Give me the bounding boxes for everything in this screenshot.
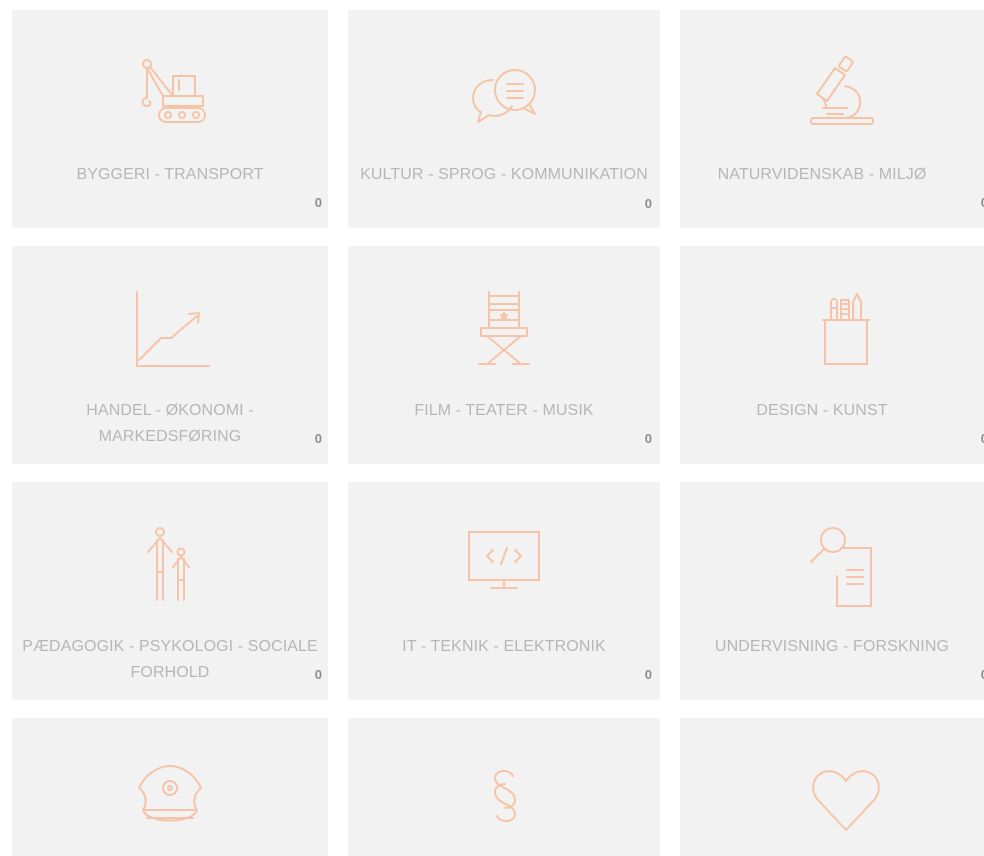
category-count: 0: [644, 196, 652, 211]
category-tile-design-kunst[interactable]: DESIGN - KUNST 0: [680, 246, 984, 464]
category-label: PÆDAGOGIK - PSYKOLOGI - SOCIALE FORHOLD: [22, 638, 318, 681]
category-tile-handel-okonomi-markedsforing[interactable]: HANDEL - ØKONOMI - MARKEDSFØRING 0: [12, 246, 328, 464]
category-tile-byggeri-transport[interactable]: BYGGERI - TRANSPORT 0: [12, 10, 328, 228]
category-label: UNDERVISNING - FORSKNING: [714, 638, 950, 655]
category-tile-law[interactable]: [348, 718, 660, 856]
category-count: 0: [644, 431, 652, 446]
category-label: NATURVIDENSKAB - MILJØ: [717, 166, 927, 183]
microscope-icon: [680, 50, 984, 140]
category-tile-undervisning-forskning[interactable]: UNDERVISNING - FORSKNING 0: [680, 482, 984, 700]
category-label: HANDEL - ØKONOMI - MARKEDSFØRING: [86, 402, 254, 445]
category-count: 0: [314, 431, 322, 446]
heart-icon: [680, 754, 984, 844]
category-tile-naturvidenskab-miljo[interactable]: NATURVIDENSKAB - MILJØ 0: [680, 10, 984, 228]
category-tile-police[interactable]: [12, 718, 328, 856]
growth-chart-icon: [12, 286, 328, 376]
category-tile-paedagogik-psykologi[interactable]: PÆDAGOGIK - PSYKOLOGI - SOCIALE FORHOLD …: [12, 482, 328, 700]
police-cap-icon: [12, 754, 328, 844]
category-count: 0: [314, 195, 322, 210]
pencil-cup-icon: [680, 286, 984, 376]
magnifier-document-icon: [680, 522, 984, 612]
code-monitor-icon: [348, 522, 660, 612]
category-tile-health[interactable]: [680, 718, 984, 856]
category-tile-kultur-sprog-kommunikation[interactable]: KULTUR - SPROG - KOMMUNIKATION 0: [348, 10, 660, 228]
crane-icon: [12, 50, 328, 140]
speech-bubbles-icon: [348, 50, 660, 140]
category-count: 0: [644, 667, 652, 682]
category-tile-film-teater-musik[interactable]: FILM - TEATER - MUSIK 0: [348, 246, 660, 464]
category-label: BYGGERI - TRANSPORT: [76, 166, 264, 183]
category-tile-it-teknik-elektronik[interactable]: IT - TEKNIK - ELEKTRONIK 0: [348, 482, 660, 700]
adult-child-icon: [12, 522, 328, 612]
category-grid: BYGGERI - TRANSPORT 0 KULTUR - SPROG - K…: [0, 0, 984, 856]
category-label: FILM - TEATER - MUSIK: [414, 402, 594, 419]
category-count: 0: [314, 667, 322, 682]
category-label: KULTUR - SPROG - KOMMUNIKATION: [360, 166, 648, 183]
paragraph-icon: [348, 754, 660, 844]
category-label: IT - TEKNIK - ELEKTRONIK: [402, 638, 606, 655]
directors-chair-icon: [348, 286, 660, 376]
category-label: DESIGN - KUNST: [756, 402, 888, 419]
